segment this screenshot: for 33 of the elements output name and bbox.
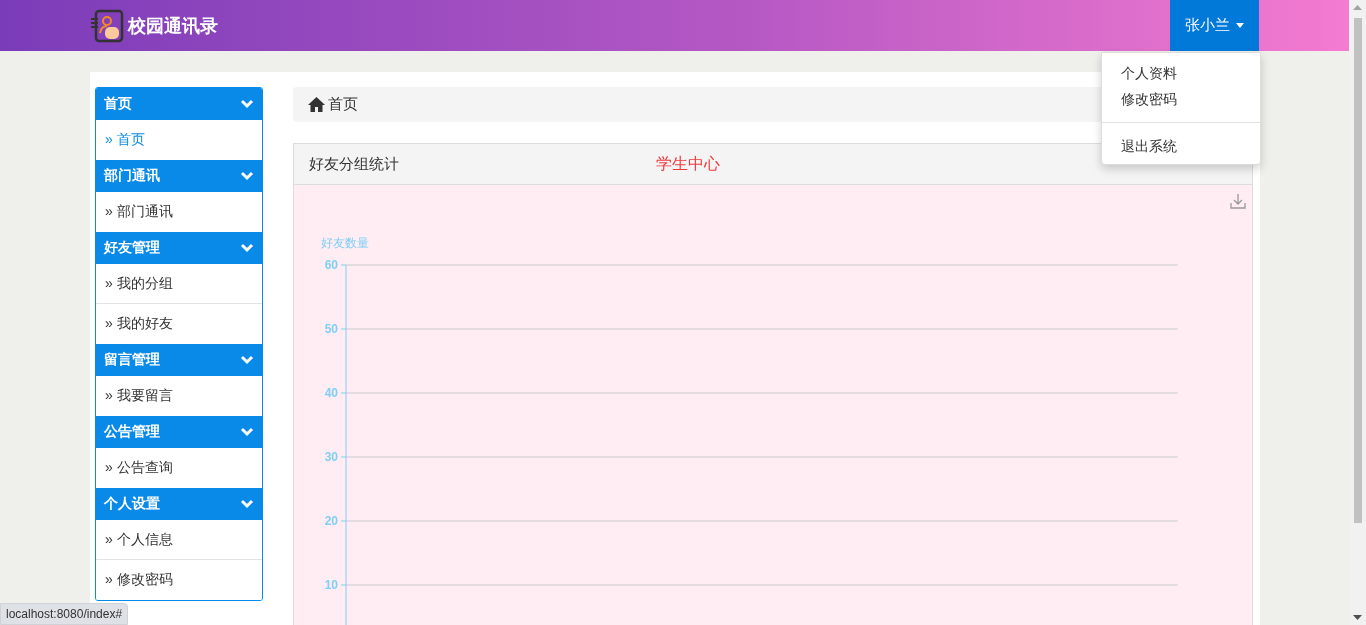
group-title: 部门通讯: [104, 167, 160, 185]
app-title: 校园通讯录: [128, 14, 218, 38]
y-tick-label: 30: [324, 450, 338, 464]
sidebar-group-header[interactable]: 个人设置: [96, 488, 262, 520]
group-title: 公告管理: [104, 423, 160, 441]
menu-item[interactable]: 退出系统: [1102, 133, 1260, 159]
scrollbar[interactable]: [1349, 0, 1366, 625]
download-icon[interactable]: [1230, 193, 1246, 209]
y-axis-title: 好友数量: [321, 236, 369, 250]
panel-title: 好友分组统计: [309, 154, 399, 174]
logo-icon: [90, 8, 124, 43]
y-tick-label: 40: [324, 386, 338, 400]
menu-item[interactable]: 修改密码: [1102, 86, 1260, 112]
sidebar-group-header[interactable]: 好友管理: [96, 232, 262, 264]
y-tick-label: 60: [324, 258, 338, 272]
sidebar-group-header[interactable]: 首页: [96, 88, 262, 120]
group-title: 好友管理: [104, 239, 160, 257]
group-title: 首页: [104, 95, 132, 113]
group-title: 留言管理: [104, 351, 160, 369]
sidebar-group-header[interactable]: 公告管理: [96, 416, 262, 448]
y-tick-label: 20: [324, 514, 338, 528]
group-title: 个人设置: [104, 495, 160, 513]
panel-subtitle: 学生中心: [656, 153, 720, 174]
sidebar-group-header[interactable]: 留言管理: [96, 344, 262, 376]
status-url: localhost:8080/index#: [0, 603, 129, 625]
caret-icon: [1236, 23, 1244, 28]
y-tick-label: 50: [324, 322, 338, 336]
user-menu-button[interactable]: 张小兰: [1170, 0, 1259, 51]
menu-item[interactable]: 个人资料: [1102, 60, 1260, 86]
sidebar-group-header[interactable]: 部门通讯: [96, 160, 262, 192]
breadcrumb-link[interactable]: 首页: [308, 95, 358, 114]
home-icon: [308, 97, 325, 112]
y-tick-label: 10: [324, 578, 338, 592]
